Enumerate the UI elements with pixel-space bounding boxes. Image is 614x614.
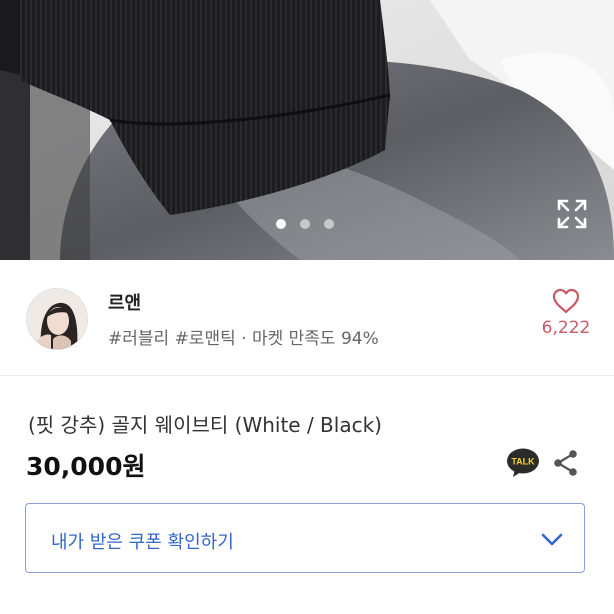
talk-icon-label: TALK <box>511 457 535 467</box>
seller-avatar[interactable] <box>26 288 88 350</box>
product-title: (핏 강추) 골지 웨이브티 (White / Black) <box>28 413 382 437</box>
product-detail-page: 르앤 #러블리 #로맨틱 · 마켓 만족도 94% 6,222 (핏 강추) 골… <box>0 0 614 614</box>
like-button[interactable]: 6,222 <box>538 288 594 348</box>
coupon-dropdown[interactable]: 내가 받은 쿠폰 확인하기 <box>25 503 585 573</box>
heart-icon <box>552 288 580 314</box>
product-price: 30,000원 <box>26 452 146 481</box>
seller-section <box>0 260 614 376</box>
carousel-indicator <box>276 219 334 229</box>
carousel-dot-active[interactable] <box>276 219 286 229</box>
carousel-dot[interactable] <box>324 219 334 229</box>
coupon-label: 내가 받은 쿠폰 확인하기 <box>51 532 234 553</box>
product-image-carousel[interactable] <box>0 0 614 260</box>
seller-tags: #러블리 #로맨틱 · 마켓 만족도 94% <box>108 329 379 349</box>
chevron-down-icon <box>540 527 564 551</box>
carousel-dot[interactable] <box>300 219 310 229</box>
seller-name[interactable]: 르앤 <box>108 289 141 315</box>
kakao-talk-button[interactable]: TALK <box>506 447 540 479</box>
talk-icon: TALK <box>507 448 539 477</box>
like-count: 6,222 <box>541 318 591 338</box>
avatar-image <box>27 289 87 349</box>
share-icon[interactable] <box>552 449 580 477</box>
expand-icon[interactable] <box>556 198 588 230</box>
